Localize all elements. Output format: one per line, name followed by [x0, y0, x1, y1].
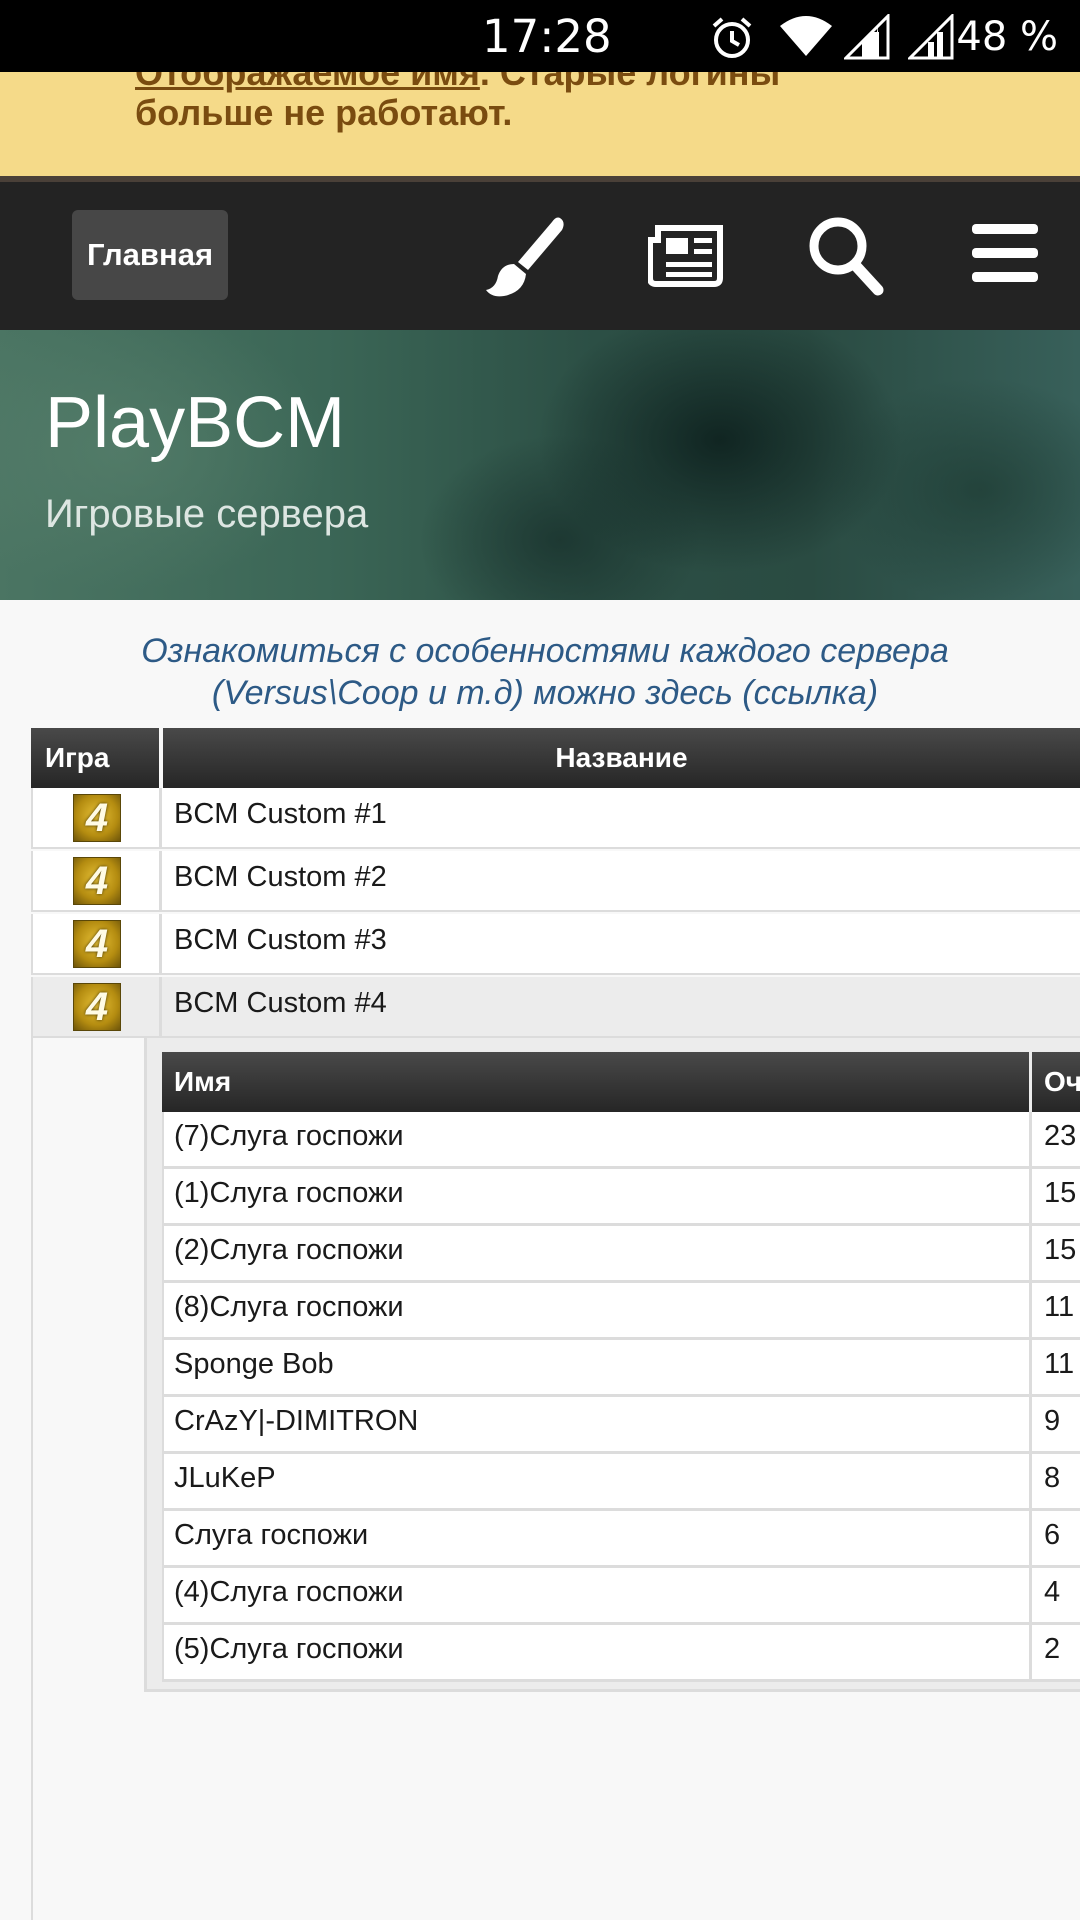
player-score: 15 [1044, 1234, 1077, 1266]
alarm-icon [712, 17, 752, 58]
status-time: 17:28 [482, 10, 612, 63]
servers-info-line-1: Ознакомиться с особенностями каждого сер… [141, 632, 949, 670]
player-row: Слуга госпожи 6 [162, 1511, 1080, 1568]
player-score: 15 [1044, 1177, 1077, 1209]
site-subtitle: Игровые сервера [45, 492, 369, 536]
notice-banner: Отображаемое имя. Старые логины больше н… [0, 72, 1080, 176]
server-name[interactable]: BCM Custom #4 [174, 987, 387, 1020]
player-name: (1)Слуга госпожи [174, 1177, 404, 1209]
server-name[interactable]: BCM Custom #3 [174, 924, 387, 957]
game-cell: 4 [31, 788, 159, 847]
player-score: 6 [1044, 1519, 1061, 1551]
player-score: 8 [1044, 1462, 1061, 1494]
column-divider [159, 977, 162, 1036]
player-name: (2)Слуга госпожи [174, 1234, 404, 1266]
game-cell: 4 [31, 851, 159, 910]
server-name[interactable]: BCM Custom #2 [174, 861, 387, 894]
column-header-player-name[interactable]: Имя [162, 1052, 1029, 1112]
left4dead-icon: 4 [73, 794, 121, 842]
notice-text: . Старые логины [479, 72, 781, 93]
player-name: (4)Слуга госпожи [174, 1576, 404, 1608]
brush-icon[interactable] [482, 214, 568, 300]
column-divider [159, 788, 162, 847]
notice-link[interactable]: Отображаемое имя [135, 72, 480, 93]
home-button[interactable]: Главная [72, 210, 228, 300]
notice-line-1: Отображаемое имя. Старые логины [135, 72, 780, 94]
player-row: CrAzY|-DIMITRON 9 [162, 1397, 1080, 1454]
battery-percent: 48 % [956, 14, 1058, 60]
status-bar: 17:28 48 % [0, 0, 1080, 72]
server-name[interactable]: BCM Custom #1 [174, 798, 387, 831]
game-cell: 4 [31, 977, 159, 1036]
server-row[interactable]: 4 BCM Custom #1 [31, 788, 1080, 849]
servers-header-row: Игра Название [31, 728, 1080, 788]
game-cell: 4 [31, 914, 159, 973]
left4dead-icon: 4 [73, 857, 121, 905]
player-name: CrAzY|-DIMITRON [174, 1405, 419, 1437]
player-row: JLuKeP 8 [162, 1454, 1080, 1511]
player-score: 4 [1044, 1576, 1061, 1608]
server-row[interactable]: 4 BCM Custom #2 [31, 851, 1080, 912]
column-header-score[interactable]: Оч [1032, 1052, 1080, 1112]
newspaper-icon[interactable] [648, 214, 724, 294]
player-name: (8)Слуга госпожи [174, 1291, 404, 1323]
notice-line-2: больше не работают. [135, 92, 513, 133]
player-row: (2)Слуга госпожи 15 [162, 1226, 1080, 1283]
column-divider [159, 851, 162, 910]
player-row: (1)Слуга госпожи 15 [162, 1169, 1080, 1226]
player-score: 23 [1044, 1120, 1077, 1152]
player-name: (5)Слуга госпожи [174, 1633, 404, 1665]
player-row: (4)Слуга госпожи 4 [162, 1568, 1080, 1625]
table-border [31, 1038, 33, 1920]
player-row: Sponge Bob 11 [162, 1340, 1080, 1397]
left4dead-icon: 4 [73, 983, 121, 1031]
player-score: 2 [1044, 1633, 1061, 1665]
navbar: Главная [0, 182, 1080, 330]
servers-info[interactable]: Ознакомиться с особенностями каждого сер… [0, 630, 1080, 714]
site-banner: PlayBCM Игровые сервера [0, 330, 1080, 600]
site-title[interactable]: PlayBCM [45, 382, 345, 464]
servers-info-line-2[interactable]: (Versus\Coop и т.д) можно здесь (ссылка) [10, 672, 1080, 714]
column-header-game[interactable]: Игра [31, 728, 159, 788]
server-row[interactable]: 4 BCM Custom #3 [31, 914, 1080, 975]
player-name: Sponge Bob [174, 1348, 334, 1380]
menu-icon[interactable] [970, 214, 1040, 294]
player-score: 11 [1044, 1348, 1075, 1380]
player-row: (5)Слуга госпожи 2 [162, 1625, 1080, 1682]
left4dead-icon: 4 [73, 920, 121, 968]
player-name: (7)Слуга госпожи [174, 1120, 404, 1152]
signal-icon [844, 14, 890, 60]
player-score: 11 [1044, 1291, 1075, 1323]
wifi-icon [780, 16, 832, 56]
player-score: 9 [1044, 1405, 1061, 1437]
column-header-name[interactable]: Название [163, 728, 1080, 788]
signal-icon [908, 14, 954, 60]
server-row-expanded[interactable]: 4 BCM Custom #4 [31, 977, 1080, 1038]
search-icon[interactable] [806, 214, 886, 298]
column-divider [159, 914, 162, 973]
player-name: JLuKeP [174, 1462, 276, 1494]
player-name: Слуга госпожи [174, 1519, 369, 1551]
player-row: (7)Слуга госпожи 23 [162, 1112, 1080, 1169]
player-row: (8)Слуга госпожи 11 [162, 1283, 1080, 1340]
